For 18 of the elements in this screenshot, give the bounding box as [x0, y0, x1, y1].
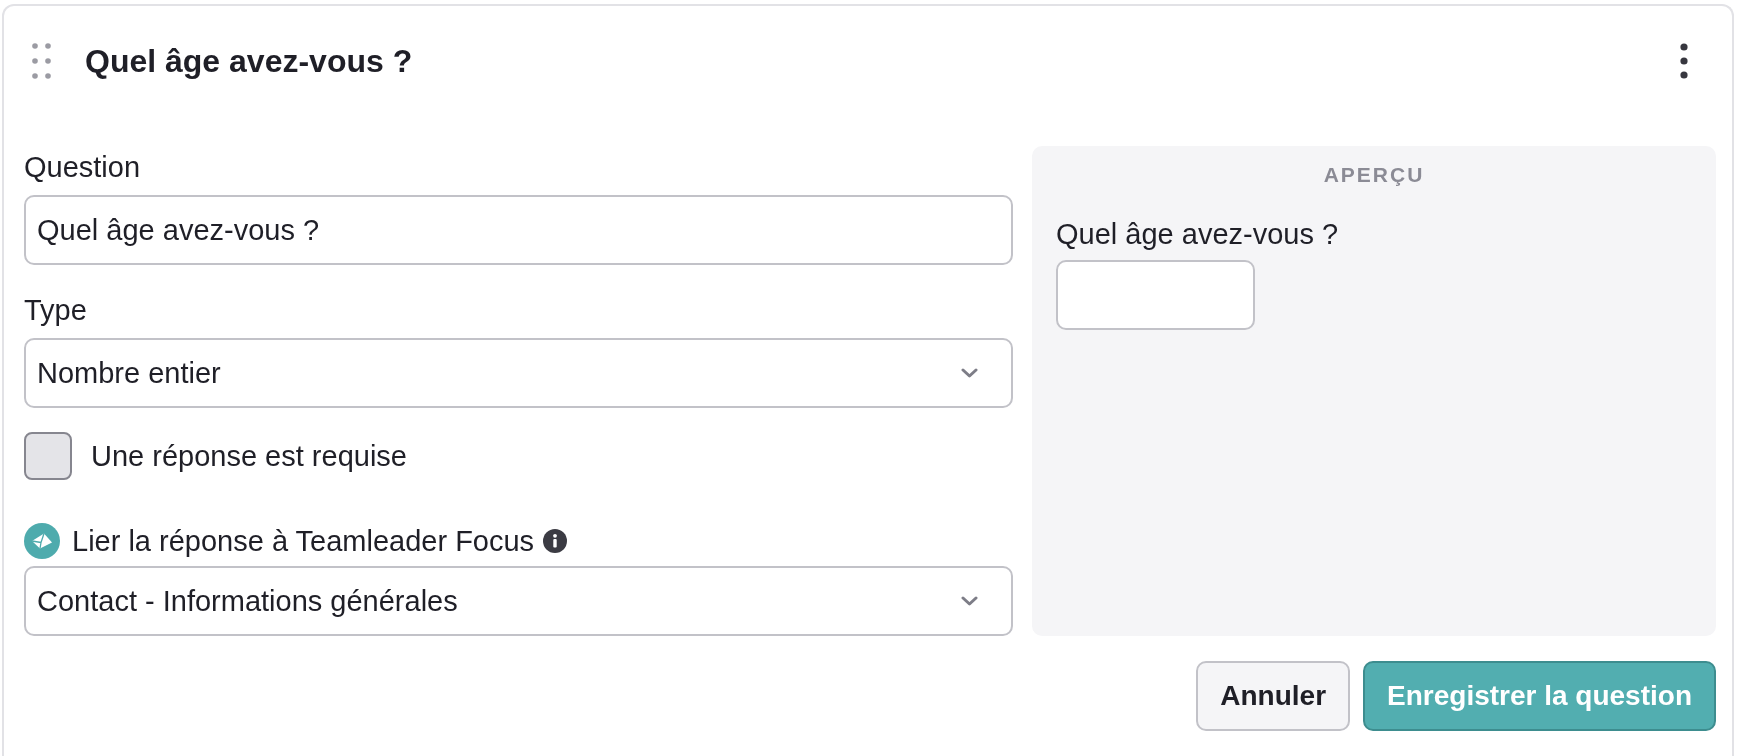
preview-heading: APERÇU: [1322, 162, 1426, 188]
preview-question: Quel âge avez-vous ?: [1056, 217, 1340, 252]
field-label: Type: [24, 293, 88, 328]
dropdown-field[interactable]: Contact - Informations générales: [24, 566, 1013, 636]
chevron-down-icon: [961, 368, 978, 378]
answer-field[interactable]: [1056, 260, 1255, 330]
field-label: Lier la réponse à Teamleader Focus: [72, 523, 535, 559]
checkbox-label: Une réponse est requise: [91, 438, 407, 474]
question-title: Quel âge avez-vous ?: [85, 42, 414, 81]
dropdown-field[interactable]: Nombre entier: [24, 338, 1013, 408]
info-icon[interactable]: [543, 529, 568, 553]
chevron-down-icon: [961, 596, 978, 606]
cancel-button[interactable]: Annuler: [1196, 661, 1351, 731]
checkbox[interactable]: [24, 432, 72, 480]
logo-icon: [24, 523, 60, 559]
text-field[interactable]: Quel âge avez-vous ?: [24, 195, 1013, 265]
drag-handle-icon[interactable]: [32, 43, 52, 79]
field-label: Question: [24, 150, 142, 185]
